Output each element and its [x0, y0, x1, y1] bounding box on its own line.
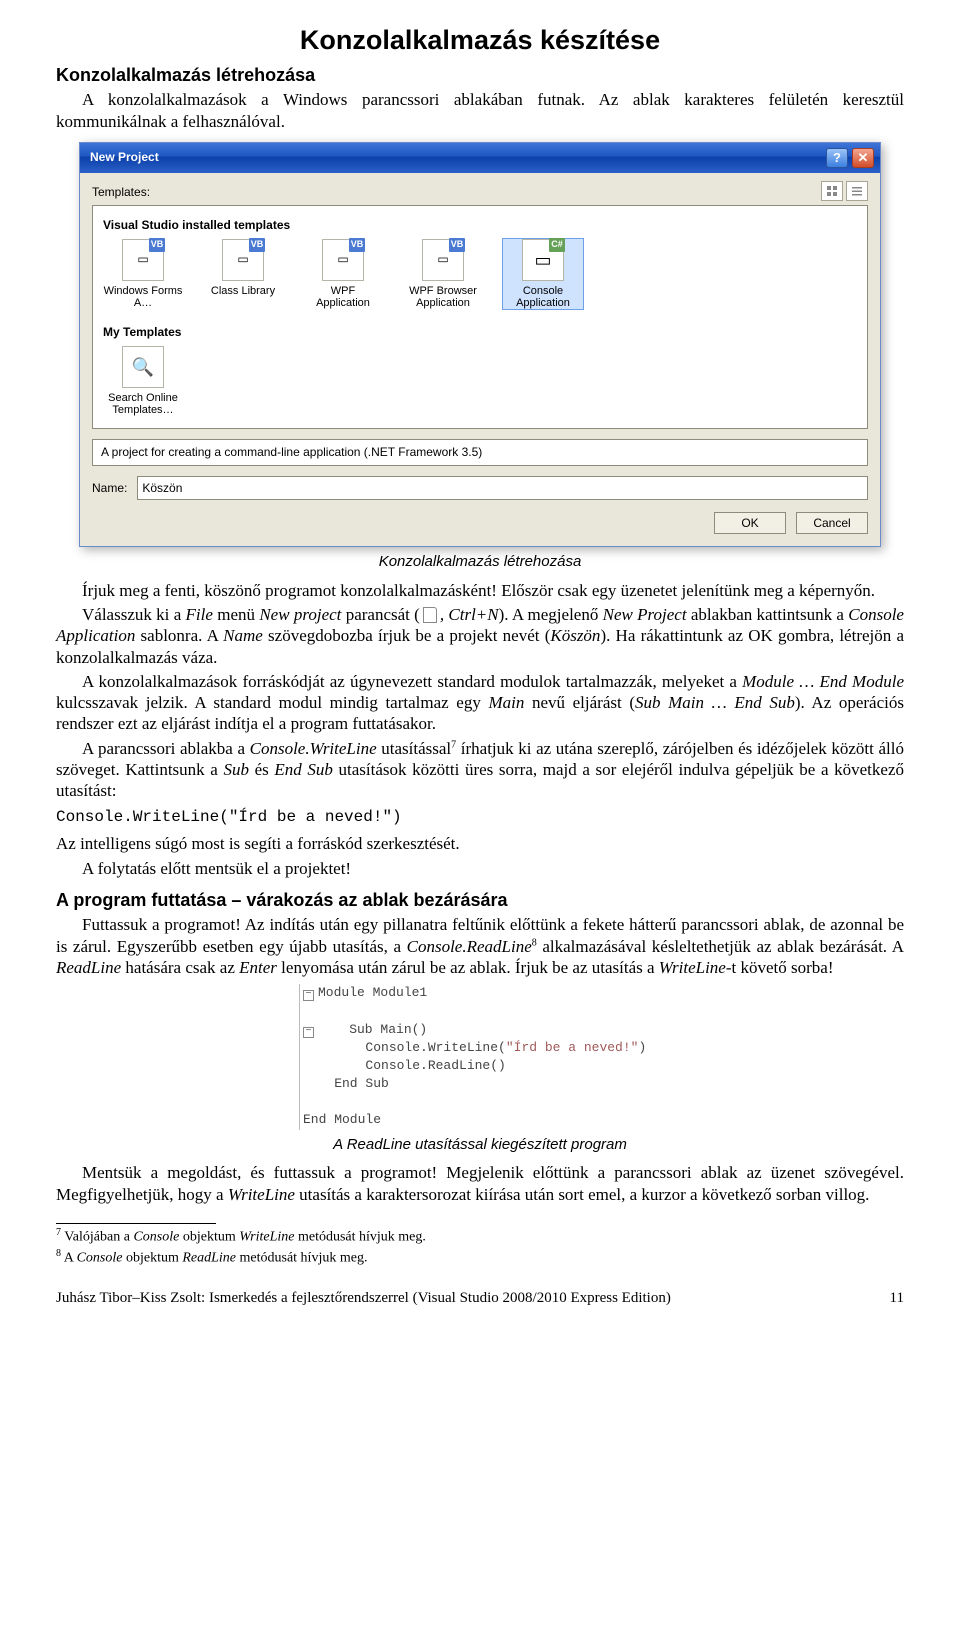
- vb-badge-icon: VB: [349, 238, 365, 252]
- para-6: A folytatás előtt mentsük el a projektet…: [56, 858, 904, 879]
- templates-panel: Visual Studio installed templates ▭VB Wi…: [92, 205, 868, 429]
- project-name-input[interactable]: [137, 476, 868, 500]
- new-project-dialog: New Project ? ✕ Templates: Visual Studio…: [79, 142, 881, 547]
- page-number: 11: [890, 1289, 904, 1308]
- para-intro: A konzolalkalmazások a Windows parancsso…: [56, 89, 904, 132]
- titlebar-buttons: ? ✕: [826, 148, 874, 168]
- group-installed: Visual Studio installed templates: [103, 218, 857, 233]
- file-icon: [423, 607, 437, 623]
- page-title: Konzolalkalmazás készítése: [56, 24, 904, 58]
- figure-caption-2: A ReadLine utasítással kiegészített prog…: [56, 1136, 904, 1155]
- code-gutter: [277, 984, 300, 1130]
- template-label: WPF Browser Application: [403, 285, 483, 309]
- vb-badge-icon: VB: [149, 238, 165, 252]
- template-class-library[interactable]: ▭VB Class Library: [203, 239, 283, 309]
- view-mode-buttons: [821, 181, 868, 201]
- figure-caption-1: Konzolalkalmazás létrehozása: [56, 553, 904, 572]
- template-label: WPF Application: [303, 285, 383, 309]
- templates-label: Templates:: [92, 185, 150, 200]
- help-button[interactable]: ?: [826, 148, 848, 168]
- browser-icon: ▭: [437, 252, 448, 267]
- page-footer: Juhász Tibor–Kiss Zsolt: Ismerkedés a fe…: [56, 1289, 904, 1308]
- template-description: A project for creating a command-line ap…: [92, 439, 868, 466]
- para-8: Mentsük a megoldást, és futtassuk a prog…: [56, 1162, 904, 1205]
- para-5: Az intelligens súgó most is segíti a for…: [56, 833, 904, 854]
- footnote-separator: [56, 1223, 216, 1224]
- outline-collapse-icon: −: [303, 990, 314, 1001]
- para-3: A konzolalkalmazások forráskódját az úgy…: [56, 671, 904, 735]
- cs-badge-icon: C#: [549, 238, 565, 252]
- dialog-title: New Project: [90, 150, 159, 165]
- close-button[interactable]: ✕: [852, 148, 874, 168]
- console-icon: ▭: [534, 249, 551, 272]
- template-label: Class Library: [211, 285, 275, 297]
- ok-button[interactable]: OK: [714, 512, 786, 534]
- name-label: Name:: [92, 481, 127, 496]
- view-list[interactable]: [846, 181, 868, 201]
- para-2a: Írjuk meg a fenti, köszönő programot kon…: [56, 580, 904, 601]
- wpf-icon: ▭: [337, 252, 348, 267]
- footnote-7: 7 Valójában a Console objektum WriteLine…: [56, 1227, 904, 1246]
- code-figure: −Module Module1 − Sub Main() Console.Wri…: [277, 984, 683, 1130]
- para-7: Futtassuk a programot! Az indítás után e…: [56, 914, 904, 978]
- template-wpf-browser[interactable]: ▭VB WPF Browser Application: [403, 239, 483, 309]
- vb-badge-icon: VB: [449, 238, 465, 252]
- section1-heading: Konzolalkalmazás létrehozása: [56, 64, 904, 87]
- para-2b: Válasszuk ki a File menü New project par…: [56, 604, 904, 668]
- template-console-app[interactable]: ▭C# Console Application: [503, 239, 583, 309]
- template-label: Windows Forms A…: [103, 285, 183, 309]
- view-large-icons[interactable]: [821, 181, 843, 201]
- dialog-body: Templates: Visual Studio installed templ…: [80, 173, 880, 546]
- template-search-online[interactable]: 🔍 Search Online Templates…: [103, 346, 183, 416]
- section2-heading: A program futtatása – várakozás az ablak…: [56, 889, 904, 912]
- dialog-titlebar: New Project ? ✕: [80, 143, 880, 173]
- para-4: A parancssori ablakba a Console.WriteLin…: [56, 738, 904, 802]
- vb-badge-icon: VB: [249, 238, 265, 252]
- form-icon: ▭: [137, 252, 148, 267]
- template-windows-forms[interactable]: ▭VB Windows Forms A…: [103, 239, 183, 309]
- outline-collapse-icon: −: [303, 1027, 314, 1038]
- footnote-8: 8 A Console objektum ReadLine metódusát …: [56, 1248, 904, 1267]
- library-icon: ▭: [237, 252, 248, 267]
- code-line-1: Console.WriteLine("Írd be a neved!"): [56, 807, 904, 827]
- template-label: Search Online Templates…: [103, 392, 183, 416]
- group-my-templates: My Templates: [103, 325, 857, 340]
- template-label: Console Application: [503, 285, 583, 309]
- cancel-button[interactable]: Cancel: [796, 512, 868, 534]
- footer-left: Juhász Tibor–Kiss Zsolt: Ismerkedés a fe…: [56, 1289, 671, 1308]
- search-online-icon: 🔍: [132, 356, 154, 379]
- template-wpf-app[interactable]: ▭VB WPF Application: [303, 239, 383, 309]
